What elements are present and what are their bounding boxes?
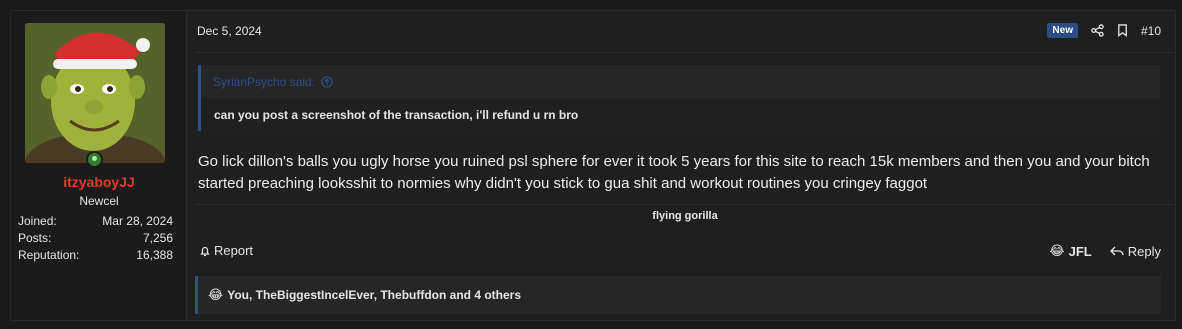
stat-reputation: Reputation: 16,388 [18,246,173,263]
header-divider [195,52,1175,53]
quote-block: SyrianPsycho said: can you post a screen… [198,65,1160,131]
quote-header[interactable]: SyrianPsycho said: [201,65,1160,98]
stat-posts: Posts: 7,256 [18,229,173,246]
signature-divider [195,204,1175,205]
stat-joined: Joined: Mar 28, 2024 [18,212,173,229]
reactions-text[interactable]: You, TheBiggestIncelEver, Thebuffdon and… [227,288,521,302]
jfl-label: JFL [1068,243,1092,259]
reply-arrow-icon [1109,245,1124,257]
stat-value: 16,388 [136,247,173,262]
stat-value: Mar 28, 2024 [102,213,173,228]
stat-label: Posts: [18,230,52,245]
user-stats: Joined: Mar 28, 2024 Posts: 7,256 Reputa… [18,212,173,263]
avatar[interactable] [25,23,165,163]
quote-author[interactable]: SyrianPsycho said: [213,75,315,89]
stat-label: Reputation: [18,247,80,262]
post-header-actions: New #10 [1047,23,1161,38]
report-bell-icon [199,245,211,257]
avatar-image [25,23,165,163]
post-container: itzyaboyJJ Newcel Joined: Mar 28, 2024 P… [10,10,1176,321]
post-main: Dec 5, 2024 New #10 SyrianPsycho said: c… [187,11,1175,320]
bookmark-icon[interactable] [1117,24,1128,37]
online-status-icon [86,151,103,168]
laughing-emoji-icon: 😂 [1049,243,1065,258]
post-number[interactable]: #10 [1141,24,1161,38]
arrow-up-circle-icon[interactable] [321,75,333,88]
stat-value: 7,256 [142,230,173,245]
signature: flying gorilla [652,210,718,222]
laughing-emoji-icon: 😂 [208,287,224,302]
report-label: Report [214,243,254,258]
share-icon[interactable] [1091,24,1104,37]
reply-button[interactable]: Reply [1109,243,1161,259]
jfl-reaction-button[interactable]: 😂 JFL [1049,243,1091,259]
reply-label: Reply [1127,243,1161,259]
post-date[interactable]: Dec 5, 2024 [197,24,262,38]
new-badge: New [1047,23,1078,38]
post-message: Go lick dillon's balls you ugly horse yo… [198,153,1150,192]
report-button[interactable]: Report [199,243,253,258]
quote-text: can you post a screenshot of the transac… [201,98,1160,131]
user-title: Newcel [79,194,119,208]
post-actions: 😂 JFL Reply [1049,243,1161,259]
stat-label: Joined: [18,213,57,228]
reactions-bar[interactable]: 😂 You, TheBiggestIncelEver, Thebuffdon a… [195,276,1161,314]
username[interactable]: itzyaboyJJ [11,174,187,190]
user-sidebar: itzyaboyJJ Newcel Joined: Mar 28, 2024 P… [11,11,187,320]
